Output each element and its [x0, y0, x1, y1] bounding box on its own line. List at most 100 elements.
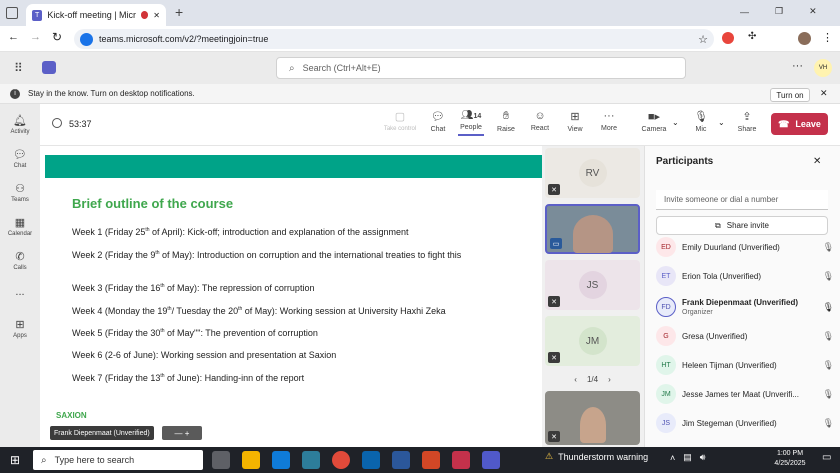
notification-text: Stay in the know. Turn on desktop notifi… [28, 89, 195, 98]
reload-icon[interactable]: ↻ [52, 30, 62, 44]
tab-close-icon[interactable]: ✕ [153, 11, 160, 20]
active-speaker-video-tile[interactable]: ▭ [545, 204, 640, 254]
edge-icon[interactable] [272, 451, 290, 469]
participant-row[interactable]: JS Jim Stegeman (Unverified) 🎙︎ [656, 412, 834, 434]
rail-item-teams[interactable]: ⚇ Teams [0, 182, 40, 203]
network-icon[interactable]: ▤ [683, 452, 692, 463]
button-label: Share [737, 126, 757, 133]
close-window-button[interactable]: ✕ [809, 6, 817, 17]
rail-item-more[interactable]: ... [0, 286, 40, 298]
warning-icon: ⚠ [545, 451, 554, 461]
browser-toolbar: ← → ↻ teams.microsoft.com/v2/?meetingjoi… [0, 26, 840, 52]
back-icon[interactable]: ← [8, 31, 19, 43]
participant-row[interactable]: ED Emily Duurland (Unverified) 🎙︎ [656, 236, 834, 258]
leave-button[interactable]: ☎︎ Leave [771, 113, 828, 135]
week-item: Week 2 (Friday the 9th of May): Introduc… [72, 250, 462, 260]
rail-item-activity[interactable]: 🔔︎ Activity [0, 114, 40, 135]
teams-icon: ⚇ [15, 183, 25, 195]
rail-label: Chat [13, 163, 27, 169]
puzzle-icon[interactable]: ✣ [748, 31, 756, 42]
store-icon[interactable] [302, 451, 320, 469]
bookmark-star-icon[interactable]: ☆ [698, 33, 708, 46]
meeting-timer: 53:37 [69, 119, 92, 129]
task-view-icon[interactable] [212, 451, 230, 469]
share-button[interactable]: ⇪ Share [729, 110, 765, 133]
camera-options-chevron-icon[interactable]: ⌄ [672, 118, 679, 127]
participant-row[interactable]: JM Jesse James ter Maat (Unverifi... 🎙︎ [656, 383, 834, 405]
shield-icon [52, 118, 62, 128]
people-button[interactable]: 👥︎14 People [453, 110, 489, 136]
take-control-button[interactable]: ▢ Take control [382, 110, 418, 132]
chevron-up-icon[interactable]: ˄ [670, 453, 675, 463]
forward-icon[interactable]: → [30, 31, 41, 43]
video-tile[interactable]: JM ✕ [545, 316, 640, 366]
chrome-icon[interactable] [332, 451, 350, 469]
pdf-icon[interactable] [452, 451, 470, 469]
panel-close-icon[interactable]: ✕ [813, 156, 821, 167]
app-launcher-icon[interactable]: ⠿ [14, 61, 23, 75]
video-tile[interactable]: JS ✕ [545, 260, 640, 310]
mic-off-icon: 🎙︎ [822, 359, 834, 370]
mic-off-icon: 🎙︎ [822, 241, 834, 252]
participant-row[interactable]: G Gresa (Unverified) 🎙︎ [656, 325, 834, 347]
mic-options-chevron-icon[interactable]: ⌄ [718, 118, 725, 127]
window-controls: — ❐ ✕ [740, 6, 817, 17]
browser-tab-bar: T Kick-off meeting | Microsoft ✕ + — ❐ ✕ [0, 0, 840, 26]
mic-button[interactable]: 🎙︎ Mic [683, 110, 719, 133]
prev-page-icon[interactable]: ‹ [574, 375, 577, 384]
tab-list-icon[interactable] [6, 7, 18, 19]
file-explorer-icon[interactable] [242, 451, 260, 469]
more-button[interactable]: ··· More [591, 110, 627, 132]
extension-icon[interactable] [722, 32, 734, 44]
powerpoint-icon[interactable] [422, 451, 440, 469]
zoom-controls[interactable]: — + [162, 426, 202, 440]
phone-icon: ✆ [15, 251, 25, 263]
weather-widget[interactable]: ⚠ Thunderstorm warning [545, 451, 648, 462]
banner-close-icon[interactable]: ✕ [820, 88, 828, 99]
teams-taskbar-icon[interactable] [482, 451, 500, 469]
slide-header-bar [45, 155, 542, 178]
browser-menu-icon[interactable]: ⋮ [822, 31, 833, 44]
turn-on-button[interactable]: Turn on [770, 88, 810, 102]
user-avatar[interactable]: VH [814, 59, 832, 77]
site-info-icon[interactable] [80, 32, 93, 46]
mic-off-icon: ✕ [548, 184, 560, 195]
mic-off-icon: ✕ [548, 431, 560, 442]
minimize-button[interactable]: — [740, 7, 749, 17]
more-options-icon[interactable]: ··· [792, 60, 803, 72]
rail-label: Calendar [7, 231, 33, 237]
profile-avatar[interactable] [798, 32, 811, 45]
clock[interactable]: 1:00 PM 4/25/2025 [765, 449, 815, 469]
chat-button[interactable]: 💬︎ Chat [420, 110, 456, 133]
react-button[interactable]: ☺ React [522, 110, 558, 132]
rail-item-apps[interactable]: ⊞ Apps [0, 318, 40, 339]
participant-row[interactable]: ET Erion Tola (Unverified) 🎙︎ [656, 265, 834, 287]
rail-item-calls[interactable]: ✆ Calls [0, 250, 40, 271]
app-icon[interactable] [362, 451, 380, 469]
search-box[interactable]: ⌕ Search (Ctrl+Alt+E) [276, 57, 686, 79]
word-icon[interactable] [392, 451, 410, 469]
taskbar-search[interactable]: ⌕ Type here to search [33, 450, 203, 470]
mic-off-icon: 🎙︎ [822, 417, 834, 428]
address-bar[interactable]: teams.microsoft.com/v2/?meetingjoin=true… [74, 29, 714, 49]
view-button[interactable]: ⊞ View [557, 110, 593, 133]
week-item: Week 3 (Friday the 16th of May): The rep… [72, 283, 315, 293]
rail-item-chat[interactable]: 💬︎ Chat [0, 148, 40, 169]
browser-tab[interactable]: T Kick-off meeting | Microsoft ✕ [26, 4, 166, 26]
video-tile[interactable]: RV ✕ [545, 148, 640, 198]
video-tile[interactable]: ✕ [545, 391, 640, 445]
raise-hand-button[interactable]: ✋︎ Raise [488, 110, 524, 133]
maximize-button[interactable]: ❐ [775, 6, 783, 17]
share-invite-button[interactable]: ⧉ Share invite [656, 216, 828, 235]
participant-row[interactable]: FD Frank Diepenmaat (Unverified) Organizer… [656, 294, 834, 320]
new-tab-button[interactable]: + [175, 4, 183, 20]
camera-button[interactable]: ■▸ Camera [636, 110, 672, 133]
next-page-icon[interactable]: › [608, 375, 611, 384]
rail-item-calendar[interactable]: ▦ Calendar [0, 216, 40, 237]
notification-banner: i Stay in the know. Turn on desktop noti… [0, 84, 840, 104]
invite-input[interactable]: Invite someone or dial a number [656, 190, 828, 210]
windows-start-icon[interactable]: ⊞ [10, 453, 20, 467]
participant-row[interactable]: HT Heleen Tijman (Unverified) 🎙︎ [656, 354, 834, 376]
notifications-icon[interactable]: ▭ [822, 452, 831, 463]
volume-icon[interactable]: 🔊︎ [700, 452, 706, 463]
